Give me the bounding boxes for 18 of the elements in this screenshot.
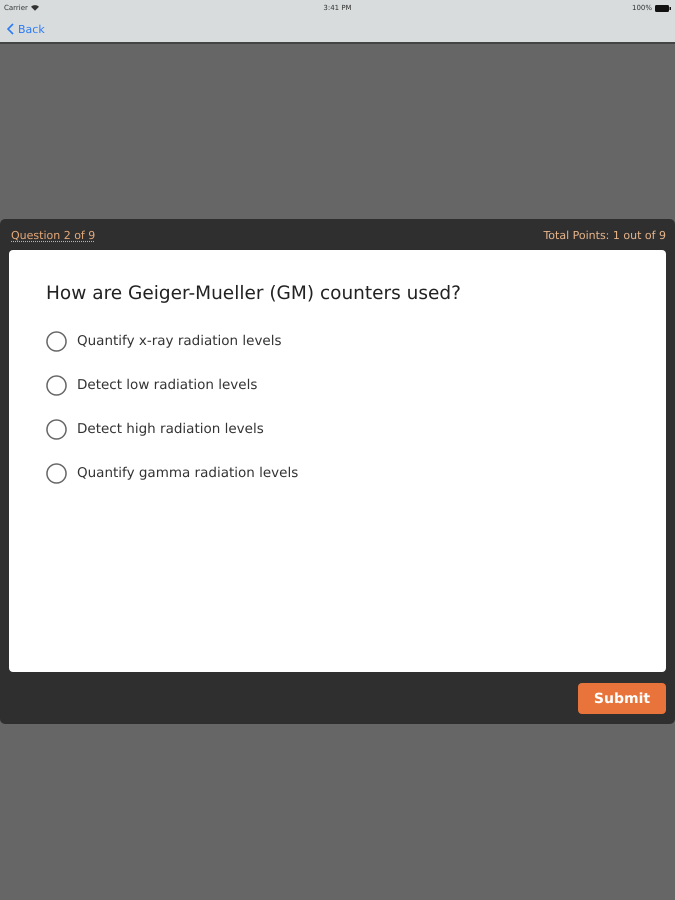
total-points: Total Points: 1 out of 9 <box>543 229 666 242</box>
radio-button-icon[interactable] <box>46 330 67 352</box>
option-label: Detect high radiation levels <box>77 421 264 437</box>
answer-option[interactable]: Quantify gamma radiation levels <box>46 462 630 484</box>
question-text: How are Geiger-Mueller (GM) counters used? <box>46 282 462 306</box>
answer-option[interactable]: Detect low radiation levels <box>46 374 630 396</box>
radio-button-icon[interactable] <box>46 374 67 396</box>
question-progress-link[interactable]: Question 2 of 9 <box>11 229 96 242</box>
option-label: Detect low radiation levels <box>77 377 258 393</box>
option-label: Quantify gamma radiation levels <box>77 465 298 481</box>
option-label: Quantify x-ray radiation levels <box>77 333 282 349</box>
wifi-icon <box>30 5 39 11</box>
chevron-left-icon <box>7 23 14 35</box>
answer-option[interactable]: Detect high radiation levels <box>46 418 630 440</box>
battery-icon <box>655 4 671 12</box>
radio-button-icon[interactable] <box>46 462 67 484</box>
answer-option[interactable]: Quantify x-ray radiation levels <box>46 330 630 352</box>
radio-button-icon[interactable] <box>46 418 67 440</box>
